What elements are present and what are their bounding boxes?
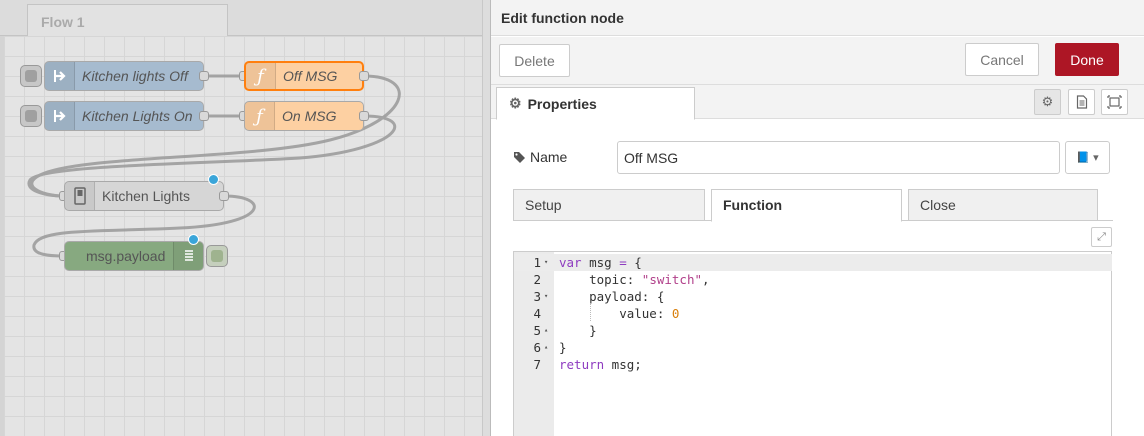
name-label-text: Name [530,149,568,165]
tab-function[interactable]: Function [711,189,902,222]
code-text: return msg; [559,357,642,372]
fold-toggle-icon[interactable]: ▴ [544,339,548,356]
line-number: 4 [533,306,541,321]
inject-node-kitchen-lights-off[interactable]: Kitchen lights Off [44,61,204,91]
node-label: On MSG [282,108,337,124]
output-port[interactable] [199,71,209,81]
done-button[interactable]: Done [1055,43,1119,76]
delete-button[interactable]: Delete [499,44,570,77]
tray-tabs: ⚙ Properties ⚙ [491,85,1144,120]
status-indicator [208,174,219,185]
line-number: 2 [533,272,541,287]
frame-icon[interactable] [1101,89,1128,115]
name-label: Name [513,149,567,165]
output-port[interactable] [219,191,229,201]
tab-close[interactable]: Close [908,189,1098,221]
name-input[interactable] [617,141,1060,174]
debug-node-msg-payload[interactable]: msg.payload [64,241,204,271]
function-icon: ƒ [245,102,275,130]
function-icon: ƒ [246,63,276,89]
code-text: var msg = { [559,255,642,270]
edit-node-tray: Edit function node Delete Cancel Done ⚙ … [490,0,1144,436]
code-line[interactable]: 2 topic: "switch", [514,271,1112,288]
cancel-button[interactable]: Cancel [965,43,1039,76]
function-tabs: Setup Function Close [513,188,1113,222]
code-line[interactable]: 1 ▾ var msg = { [514,254,1112,271]
tray-toolbar: Delete Cancel Done [491,37,1144,85]
indent-guide [590,304,591,321]
node-label: Off MSG [283,68,338,84]
tray-header: Edit function node [491,0,1144,36]
code-text: } [559,340,567,355]
code-line[interactable]: 5 ▴ } [514,322,1112,339]
code-line[interactable]: 4 value: 0 [514,305,1112,322]
code-line[interactable]: 3 ▾ payload: { [514,288,1112,305]
node-label: Kitchen lights Off [82,68,188,84]
panel-divider[interactable] [482,0,490,436]
fold-toggle-icon[interactable]: ▴ [544,322,548,339]
output-port[interactable] [359,111,369,121]
node-label: msg.payload [86,248,166,264]
book-icon[interactable]: 📘 ▾ [1065,141,1110,174]
tab-label: Properties [527,95,597,112]
code-line[interactable]: 6 ▴} [514,339,1112,356]
name-row: Name 📘 ▾ [511,140,1131,174]
code-text: } [559,323,597,338]
expand-icon[interactable]: ⤢ [1091,227,1112,247]
gear-icon[interactable]: ⚙ [1034,89,1061,115]
node-label: Kitchen Lights [102,188,190,204]
gear-icon: ⚙ [509,95,522,111]
arrow-right-icon [45,62,75,90]
output-port[interactable] [359,71,369,81]
fold-toggle-icon[interactable]: ▾ [544,288,548,305]
line-number: 7 [533,357,541,372]
node-label: Kitchen Lights On [82,108,193,124]
list-icon [173,242,203,270]
fold-toggle-icon[interactable]: ▾ [544,254,548,271]
inject-trigger-button[interactable] [20,65,42,87]
output-port[interactable] [199,111,209,121]
switch-node-kitchen-lights[interactable]: Kitchen Lights [64,181,224,211]
code-text: topic: "switch", [559,272,710,287]
arrow-right-icon [45,102,75,130]
code-line[interactable]: 7 return msg; [514,356,1112,373]
tab-setup[interactable]: Setup [513,189,705,221]
code-text: value: 0 [559,306,680,321]
function-node-off-msg[interactable]: ƒ Off MSG [244,61,364,91]
tray-title: Edit function node [501,10,624,26]
function-node-on-msg[interactable]: ƒ On MSG [244,101,364,131]
inject-trigger-button[interactable] [20,105,42,127]
flow-workspace: Flow 1 Kitchen lights Off ƒ Off MSG Kitc… [0,0,488,436]
tag-icon [514,151,525,163]
code-editor[interactable]: 1 ▾ var msg = {2 topic: "switch", 3 ▾ payloa… [513,251,1112,436]
status-indicator [188,234,199,245]
inject-node-kitchen-lights-on[interactable]: Kitchen Lights On [44,101,204,131]
code-text: payload: { [559,289,665,304]
debug-toggle-button[interactable] [206,245,228,267]
file-icon[interactable] [1068,89,1095,115]
tab-properties[interactable]: ⚙ Properties [496,87,695,120]
switch-icon [65,182,95,210]
